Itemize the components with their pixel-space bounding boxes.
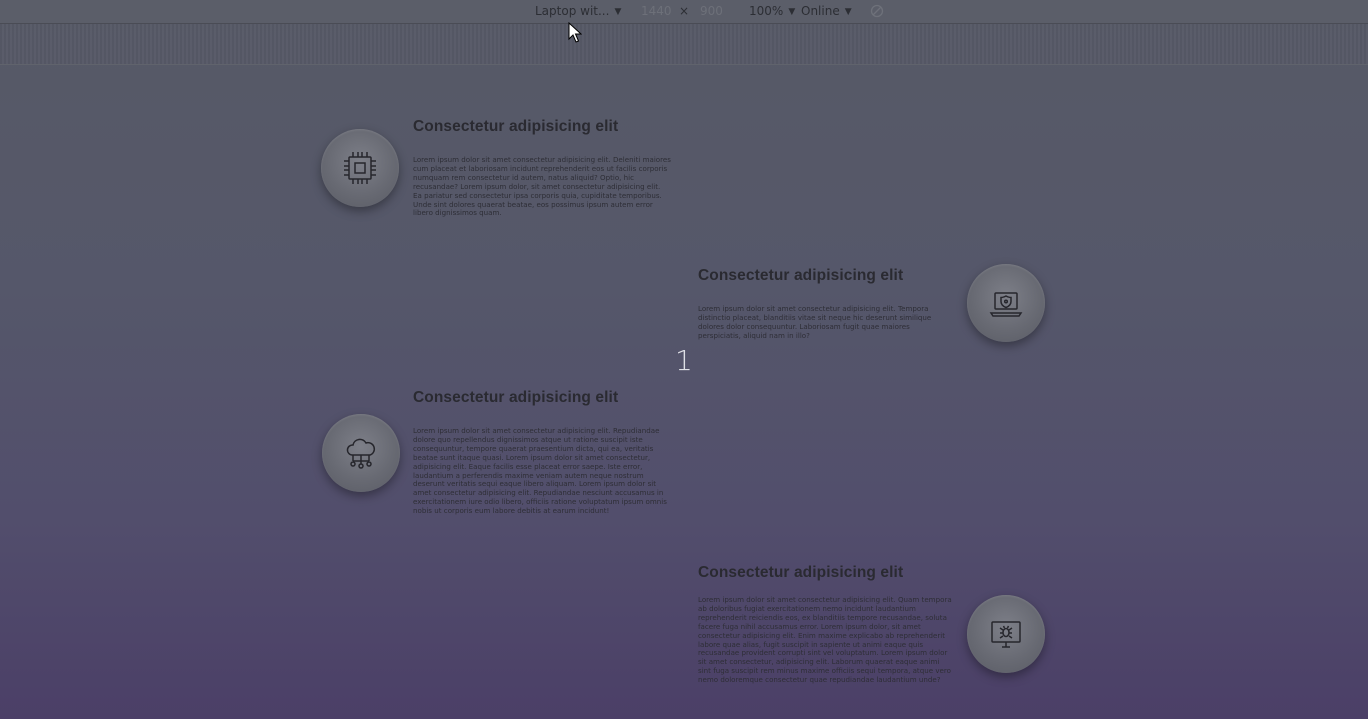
- feature-icon-circle: [967, 595, 1045, 673]
- network-select[interactable]: Online ▼: [801, 4, 852, 19]
- chevron-down-icon: ▼: [844, 7, 852, 17]
- device-select[interactable]: Laptop wit... ▼: [535, 4, 621, 19]
- cpu-chip-icon: [344, 152, 376, 184]
- monitor-bug-icon: [991, 621, 1021, 648]
- feature-title: Consectetur adipisicing elit: [413, 389, 619, 406]
- feature-card: Consectetur adipisicing elit Lorem ipsum…: [698, 564, 954, 685]
- page-number: 1: [675, 344, 693, 377]
- page-header-band: [0, 24, 1368, 65]
- laptop-security-icon: [989, 292, 1023, 317]
- feature-description: Lorem ipsum dolor sit amet consectetur a…: [698, 304, 932, 340]
- chevron-down-icon: ▼: [614, 7, 622, 17]
- feature-title: Consectetur adipisicing elit: [698, 267, 904, 284]
- width-input[interactable]: 1440: [641, 4, 672, 18]
- feature-icon-circle: [321, 129, 399, 207]
- mouse-cursor-icon: [568, 22, 582, 43]
- feature-card: Consectetur adipisicing elit Lorem ipsum…: [413, 118, 671, 218]
- feature-description: Lorem ipsum dolor sit amet consectetur a…: [413, 426, 667, 516]
- zoom-select-label: 100%: [749, 4, 784, 18]
- rotate-icon[interactable]: [870, 4, 884, 18]
- feature-card: Consectetur adipisicing elit Lorem ipsum…: [698, 267, 954, 341]
- feature-icon-circle: [322, 414, 400, 492]
- feature-icon-circle: [967, 264, 1045, 342]
- feature-card: Consectetur adipisicing elit Lorem ipsum…: [413, 389, 671, 516]
- chevron-down-icon: ▼: [788, 7, 796, 17]
- feature-description: Lorem ipsum dolor sit amet consectetur a…: [698, 595, 952, 685]
- feature-title: Consectetur adipisicing elit: [413, 118, 619, 135]
- network-select-label: Online: [801, 4, 840, 18]
- device-select-label: Laptop wit...: [535, 4, 610, 18]
- dimension-separator: ×: [679, 4, 690, 18]
- feature-title: Consectetur adipisicing elit: [698, 564, 904, 581]
- zoom-select[interactable]: 100% ▼: [749, 4, 795, 19]
- feature-description: Lorem ipsum dolor sit amet consectetur a…: [413, 155, 671, 218]
- height-input[interactable]: 900: [700, 4, 723, 18]
- device-toolbar: Laptop wit... ▼ 1440 × 900 100% ▼ Online ▼: [0, 0, 1368, 24]
- cloud-network-icon: [346, 438, 376, 469]
